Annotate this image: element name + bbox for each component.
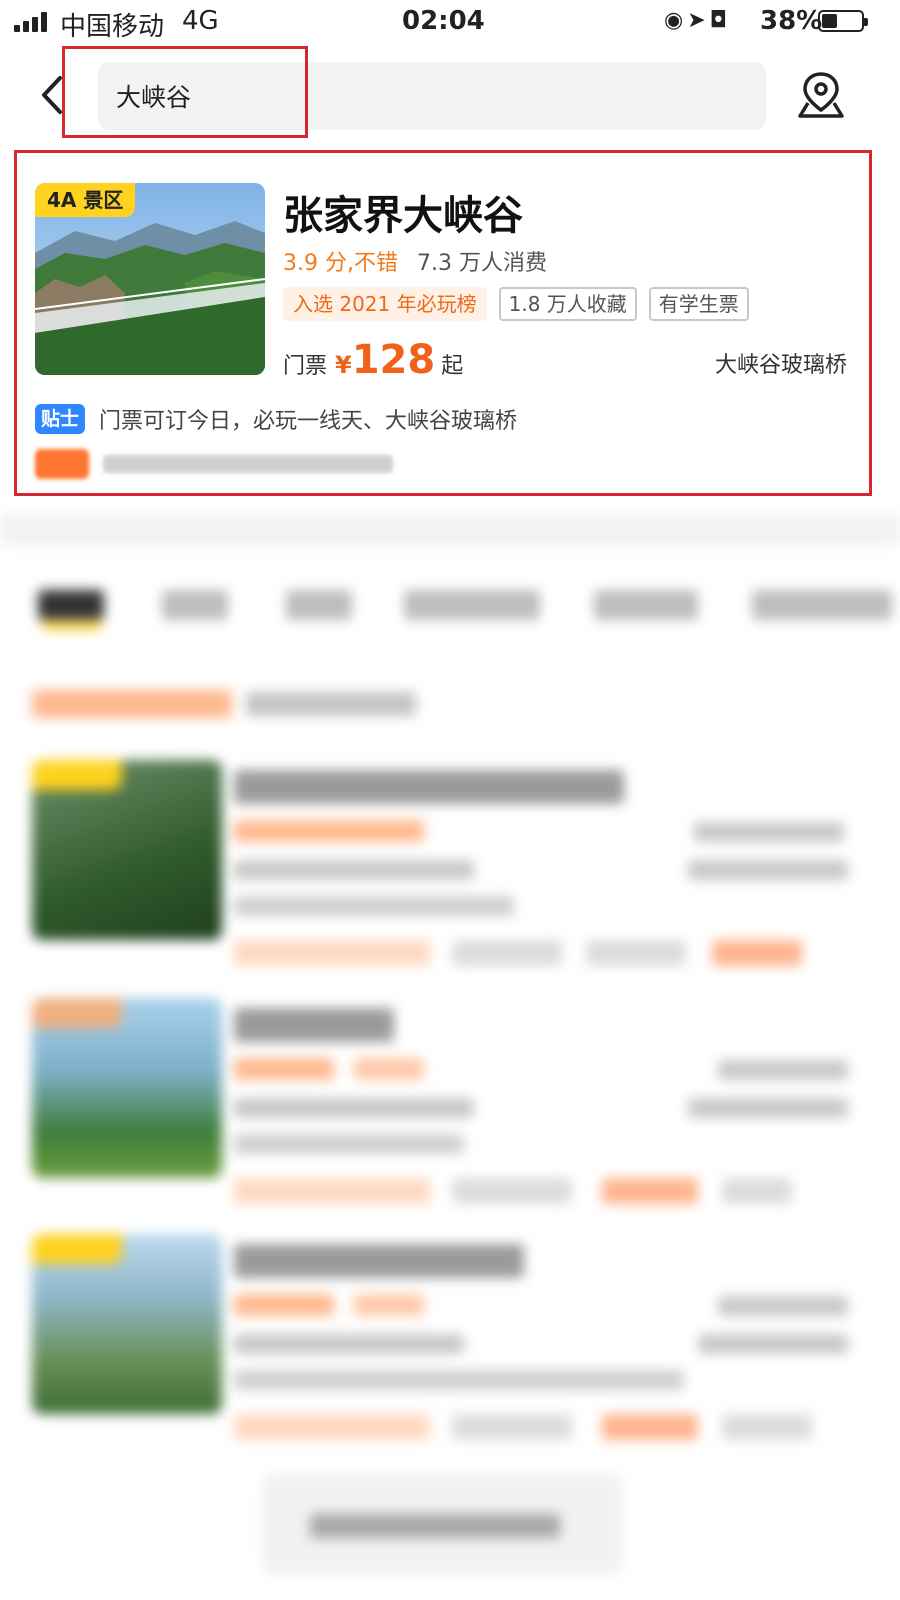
tag-list: 入选 2021 年必玩榜 1.8 万人收藏 有学生票 (283, 287, 749, 321)
ticket-price[interactable]: 门票 ¥128 起 (283, 337, 463, 383)
battery-icon (818, 10, 868, 32)
tab-active[interactable] (38, 590, 104, 620)
tip-text: 门票可订今日，必玩一线天、大峡谷玻璃桥 (99, 409, 518, 434)
tab-active-underline (42, 622, 102, 630)
scenic-level-badge: 4A 景区 (35, 183, 136, 217)
list-item-badge (32, 1234, 122, 1264)
map-pin-icon (798, 72, 844, 118)
price-label: 门票 (283, 354, 328, 379)
price-value: 128 (351, 337, 436, 383)
tab-item[interactable] (162, 590, 228, 620)
rating-row: 3.9 分,不错 7.3 万人消费 (283, 245, 547, 277)
system-status-icons: ◉➤◘ (664, 8, 732, 33)
signal-icon (14, 10, 54, 32)
tab-item[interactable] (594, 590, 698, 620)
tab-item[interactable] (286, 590, 352, 620)
consumer-count: 7.3 万人消费 (416, 251, 547, 276)
tip-row[interactable]: 贴士 门票可订今日，必玩一线天、大峡谷玻璃桥 (35, 403, 517, 435)
blurred-results-region (0, 514, 900, 1600)
tab-item[interactable] (404, 590, 540, 620)
scenic-spot-thumbnail[interactable]: 4A 景区 (35, 183, 265, 375)
network-label: 4G (182, 6, 219, 36)
qa-row-blurred[interactable] (35, 449, 393, 479)
map-button[interactable] (794, 70, 848, 120)
currency-symbol: ¥ (335, 351, 352, 379)
location-label: 大峡谷玻璃桥 (714, 353, 847, 378)
search-highlight-frame (62, 46, 308, 138)
list-item[interactable] (24, 760, 874, 980)
clock: 02:04 (402, 6, 485, 36)
rating-score: 3.9 分,不错 (283, 251, 398, 276)
list-item-badge (32, 998, 122, 1028)
status-bar: 中国移动 4G 02:04 ◉➤◘ 38% (0, 0, 900, 44)
tag-favorites: 1.8 万人收藏 (498, 287, 637, 321)
tag-must-play[interactable]: 入选 2021 年必玩榜 (283, 287, 487, 321)
scenic-spot-title[interactable]: 张家界大峡谷 (283, 183, 523, 241)
carrier-label: 中国移动 (60, 12, 165, 42)
tag-student-ticket: 有学生票 (648, 287, 749, 321)
list-item[interactable] (24, 1234, 874, 1454)
tab-item[interactable] (752, 590, 892, 620)
price-suffix: 起 (441, 354, 464, 379)
qa-badge (35, 449, 89, 479)
qa-question-blurred (103, 455, 393, 473)
scenic-spot-result-card[interactable]: 4A 景区 张家界大峡谷 3.9 分,不错 7.3 万人消费 入选 2021 年… (14, 150, 872, 496)
tip-badge: 贴士 (35, 404, 86, 434)
list-item[interactable] (24, 998, 874, 1218)
list-item-badge (32, 760, 122, 790)
battery-percent: 38% (760, 6, 823, 36)
section-divider (0, 514, 900, 546)
category-tab-strip[interactable] (0, 574, 900, 634)
